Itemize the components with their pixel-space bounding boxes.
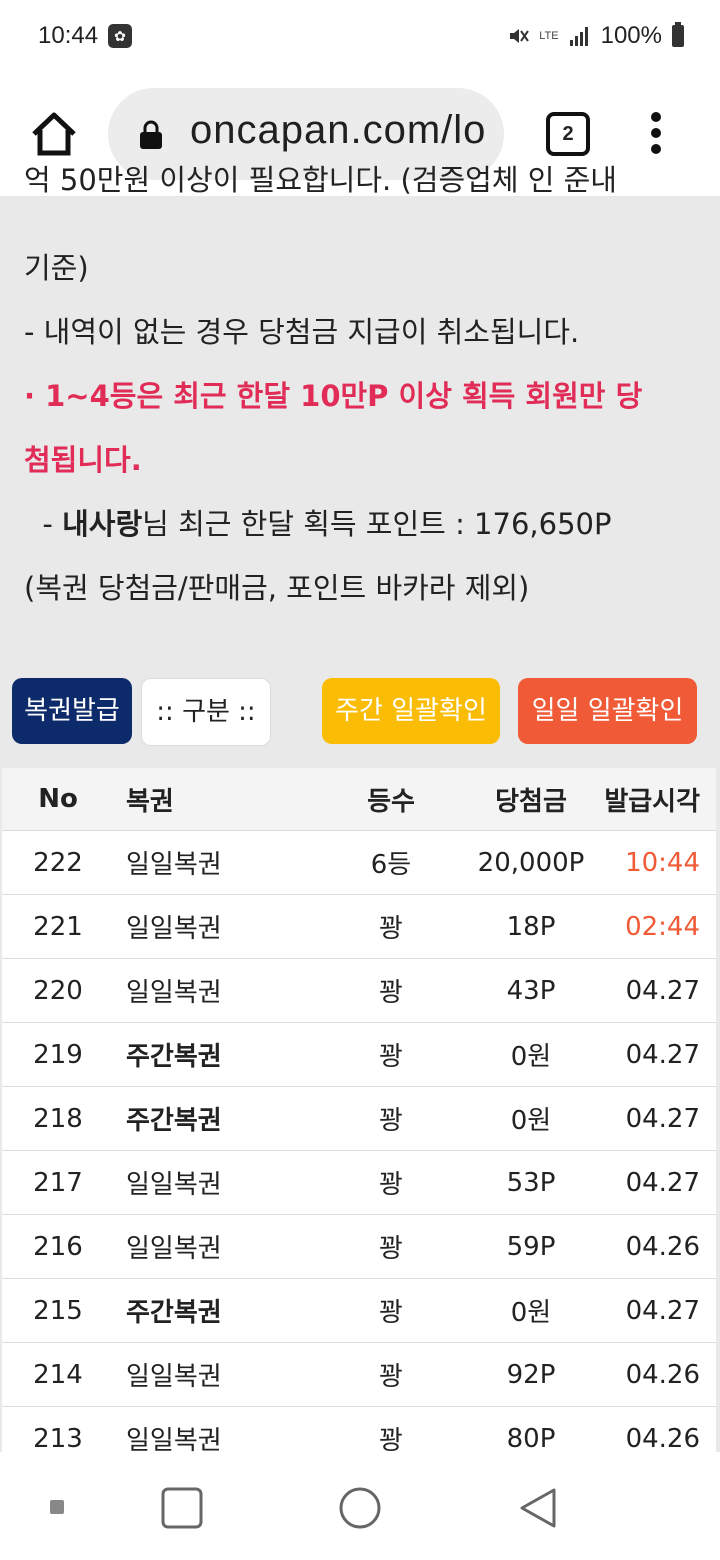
- cell-time: 04.27: [625, 1103, 700, 1134]
- home-circle-icon[interactable]: [338, 1486, 382, 1530]
- url-text: oncapan.com/lo: [190, 108, 487, 152]
- back-triangle-icon[interactable]: [518, 1486, 558, 1530]
- notification-icon: ✿: [108, 24, 132, 48]
- cell-prize: 53P: [506, 1167, 556, 1198]
- header-rank: 등수: [367, 786, 415, 817]
- table-row[interactable]: 221 일일복권 꽝 18P 02:44: [2, 895, 716, 959]
- cell-time: 04.27: [625, 1295, 700, 1326]
- cell-no: 219: [33, 1039, 83, 1070]
- cell-prize: 59P: [506, 1231, 556, 1262]
- cell-time: 04.27: [625, 975, 700, 1006]
- issue-lottery-button[interactable]: 복권발급: [12, 678, 132, 744]
- cell-name: 주간복권: [126, 1298, 222, 1328]
- cell-time: 04.26: [625, 1423, 700, 1454]
- cell-name: 일일복권: [126, 1362, 222, 1392]
- cell-rank: 꽝: [379, 914, 403, 944]
- notice-highlight: · 1~4등은 최근 한달 10만P 이상 획득 회원만 당: [24, 379, 643, 413]
- cell-time: 02:44: [625, 911, 700, 942]
- cell-rank: 꽝: [379, 1362, 403, 1392]
- cell-name: 일일복권: [126, 1170, 222, 1200]
- table-header: No 복권 등수 당첨금 발급시각: [2, 768, 716, 831]
- signal-icon: [569, 27, 588, 46]
- cell-rank: 6등: [370, 850, 412, 880]
- notice-line: 기준): [24, 251, 89, 285]
- notice-highlight: 첨됩니다.: [24, 443, 142, 477]
- header-name: 복권: [126, 786, 174, 817]
- weekly-check-button[interactable]: 주간 일괄확인: [322, 678, 500, 744]
- cell-no: 220: [33, 975, 83, 1006]
- network-label: LTE: [539, 29, 559, 42]
- cell-prize: 0원: [510, 1042, 552, 1072]
- status-icons: LTE 100%: [507, 22, 684, 50]
- cell-no: 215: [33, 1295, 83, 1326]
- battery-icon: [672, 22, 684, 47]
- overflow-menu-icon[interactable]: [648, 112, 664, 160]
- notice-cut-line: 억 50만원 이상이 필요합니다. (검증업체 인 준내: [24, 163, 617, 197]
- header-time: 발급시각: [604, 786, 700, 817]
- cell-time: 04.27: [625, 1039, 700, 1070]
- cell-time: 04.26: [625, 1231, 700, 1262]
- cell-rank: 꽝: [379, 1170, 403, 1200]
- cell-no: 217: [33, 1167, 83, 1198]
- mute-icon: [510, 29, 530, 43]
- cell-name: 일일복권: [126, 914, 222, 944]
- cell-rank: 꽝: [379, 1234, 403, 1264]
- cell-no: 214: [33, 1359, 83, 1390]
- daily-check-button[interactable]: 일일 일괄확인: [518, 678, 697, 744]
- lock-icon: [140, 120, 162, 149]
- cell-time: 10:44: [625, 847, 700, 878]
- cell-rank: 꽝: [379, 1298, 403, 1328]
- table-row[interactable]: 216 일일복권 꽝 59P 04.26: [2, 1215, 716, 1279]
- table-row[interactable]: 217 일일복권 꽝 53P 04.27: [2, 1151, 716, 1215]
- table-row[interactable]: 218 주간복권 꽝 0원 04.27: [2, 1087, 716, 1151]
- notice-points-line: - 내사랑님 최근 한달 획득 포인트 : 176,650P: [24, 492, 694, 556]
- cell-no: 222: [33, 847, 83, 878]
- table-row[interactable]: 220 일일복권 꽝 43P 04.27: [2, 959, 716, 1023]
- notice-line: - 내역이 없는 경우 당첨금 지급이 취소됩니다.: [24, 315, 580, 349]
- cell-no: 213: [33, 1423, 83, 1454]
- cell-rank: 꽝: [379, 1042, 403, 1072]
- lottery-table: No 복권 등수 당첨금 발급시각 222 일일복권 6등 20,000P 10…: [2, 768, 716, 1471]
- overview-square-icon[interactable]: [160, 1486, 204, 1530]
- cell-prize: 43P: [506, 975, 556, 1006]
- notice-points: 님 최근 한달 획득 포인트 : 176,650P: [142, 507, 612, 541]
- user-nickname: 내사랑: [62, 507, 143, 541]
- table-row[interactable]: 219 주간복권 꽝 0원 04.27: [2, 1023, 716, 1087]
- cell-name: 일일복권: [126, 1234, 222, 1264]
- system-nav-bar: [0, 1452, 720, 1560]
- notice-text: 억 50만원 이상이 필요합니다. (검증업체 인 준내 기준) - 내역이 없…: [24, 163, 694, 620]
- cell-name: 일일복권: [126, 850, 222, 880]
- cell-no: 218: [33, 1103, 83, 1134]
- cell-prize: 92P: [506, 1359, 556, 1390]
- action-buttons: 복권발급 :: 구분 :: 주간 일괄확인 일일 일괄확인: [0, 678, 720, 746]
- battery-level: 100%: [600, 22, 662, 49]
- cell-name: 주간복권: [126, 1042, 222, 1072]
- table-row[interactable]: 222 일일복권 6등 20,000P 10:44: [2, 831, 716, 895]
- cell-name: 일일복권: [126, 978, 222, 1008]
- cell-prize: 80P: [506, 1423, 556, 1454]
- table-row[interactable]: 214 일일복권 꽝 92P 04.26: [2, 1343, 716, 1407]
- status-time: 10:44: [38, 22, 99, 49]
- cell-prize: 0원: [510, 1298, 552, 1328]
- notice-line: (복권 당첨금/판매금, 포인트 바카라 제외): [24, 571, 530, 605]
- cell-rank: 꽝: [379, 978, 403, 1008]
- recent-apps-dot-icon[interactable]: [48, 1498, 66, 1516]
- cell-name: 주간복권: [126, 1106, 222, 1136]
- cell-rank: 꽝: [379, 1106, 403, 1136]
- cell-no: 216: [33, 1231, 83, 1262]
- cell-time: 04.27: [625, 1167, 700, 1198]
- cell-time: 04.26: [625, 1359, 700, 1390]
- cell-no: 221: [33, 911, 83, 942]
- cell-prize: 20,000P: [477, 847, 585, 878]
- status-bar: 10:44 ✿ LTE 100%: [0, 0, 720, 72]
- header-prize: 당첨금: [495, 786, 567, 817]
- cell-prize: 0원: [510, 1106, 552, 1136]
- cell-prize: 18P: [506, 911, 556, 942]
- category-select[interactable]: :: 구분 ::: [141, 678, 271, 746]
- header-no: No: [38, 784, 78, 814]
- table-row[interactable]: 215 주간복권 꽝 0원 04.27: [2, 1279, 716, 1343]
- notice-prefix: -: [24, 507, 63, 541]
